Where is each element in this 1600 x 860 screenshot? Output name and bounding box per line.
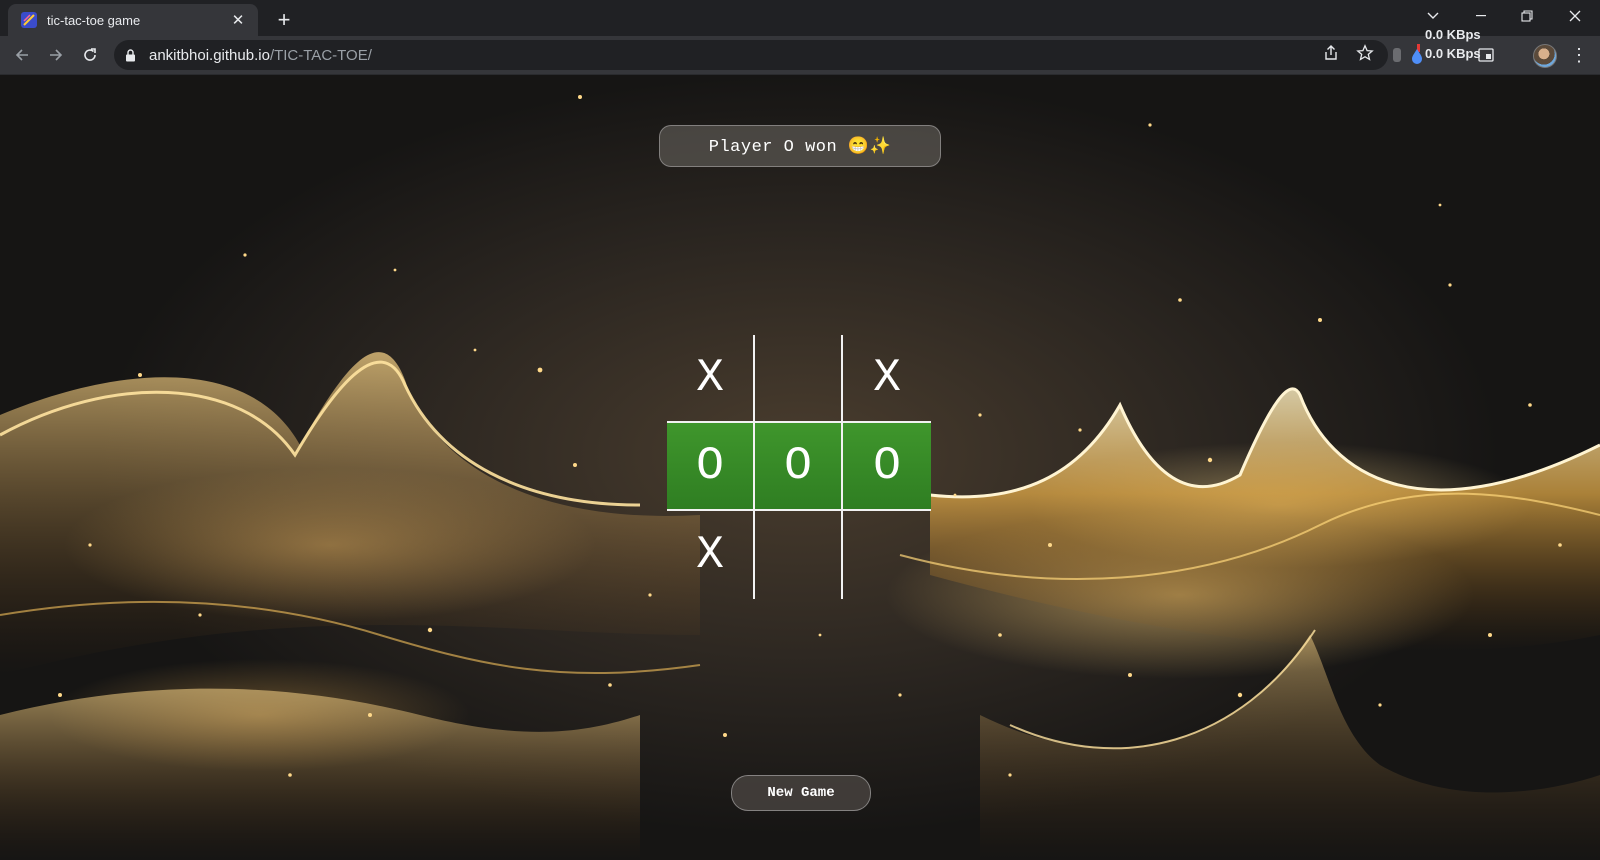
board-cell-2-1[interactable]	[755, 511, 843, 599]
browser-tab-strip: tic-tac-toe game ✕ +	[0, 0, 1600, 36]
board-cell-2-2[interactable]	[843, 511, 931, 599]
board-cell-2-0[interactable]: X	[667, 511, 755, 599]
url-path: /TIC-TAC-TOE/	[269, 46, 372, 64]
board-cell-1-2[interactable]: O	[843, 423, 931, 511]
site-favicon-icon	[21, 12, 37, 28]
url-host: ankitbhoi.github.io	[149, 46, 270, 64]
tic-tac-toe-board: XXOOOX	[667, 335, 933, 601]
profile-avatar[interactable]	[1533, 44, 1557, 68]
board-cell-0-1[interactable]	[755, 335, 843, 423]
bookmark-star-icon[interactable]	[1356, 43, 1374, 67]
media-icon[interactable]	[1478, 48, 1494, 67]
extension-icon[interactable]	[1390, 46, 1404, 69]
new-tab-icon[interactable]: +	[270, 6, 298, 34]
forward-icon[interactable]	[42, 41, 70, 69]
browser-toolbar: ankitbhoi.github.io /TIC-TAC-TOE/ 0.0 KB…	[0, 27, 1600, 75]
browser-tab[interactable]: tic-tac-toe game ✕	[8, 4, 258, 36]
tab-title: tic-tac-toe game	[47, 12, 141, 28]
board-cell-0-0[interactable]: X	[667, 335, 755, 423]
reload-icon[interactable]	[76, 41, 104, 69]
address-bar[interactable]: ankitbhoi.github.io /TIC-TAC-TOE/	[114, 40, 1388, 70]
share-icon[interactable]	[1322, 44, 1340, 67]
lock-icon[interactable]	[125, 48, 139, 62]
board-cell-1-1[interactable]: O	[755, 423, 843, 511]
extensions-area: 0.0 KBps 0.0 KBps	[1393, 27, 1598, 74]
back-icon[interactable]	[8, 41, 36, 69]
net-upload-speed: 0.0 KBps	[1425, 27, 1481, 42]
restore-icon[interactable]	[1504, 0, 1550, 32]
net-download-speed: 0.0 KBps	[1425, 46, 1481, 61]
browser-menu-icon[interactable]: ⋮	[1570, 46, 1588, 64]
board-cell-0-2[interactable]: X	[843, 335, 931, 423]
new-game-button[interactable]: New Game	[731, 775, 871, 811]
board-cell-1-0[interactable]: O	[667, 423, 755, 511]
close-window-icon[interactable]	[1552, 0, 1598, 32]
water-drop-icon[interactable]	[1410, 48, 1424, 69]
close-tab-icon[interactable]: ✕	[228, 10, 248, 30]
game-page: Player O won 😁✨ XXOOOX New Game	[0, 75, 1600, 860]
game-status-message: Player O won 😁✨	[659, 125, 941, 167]
